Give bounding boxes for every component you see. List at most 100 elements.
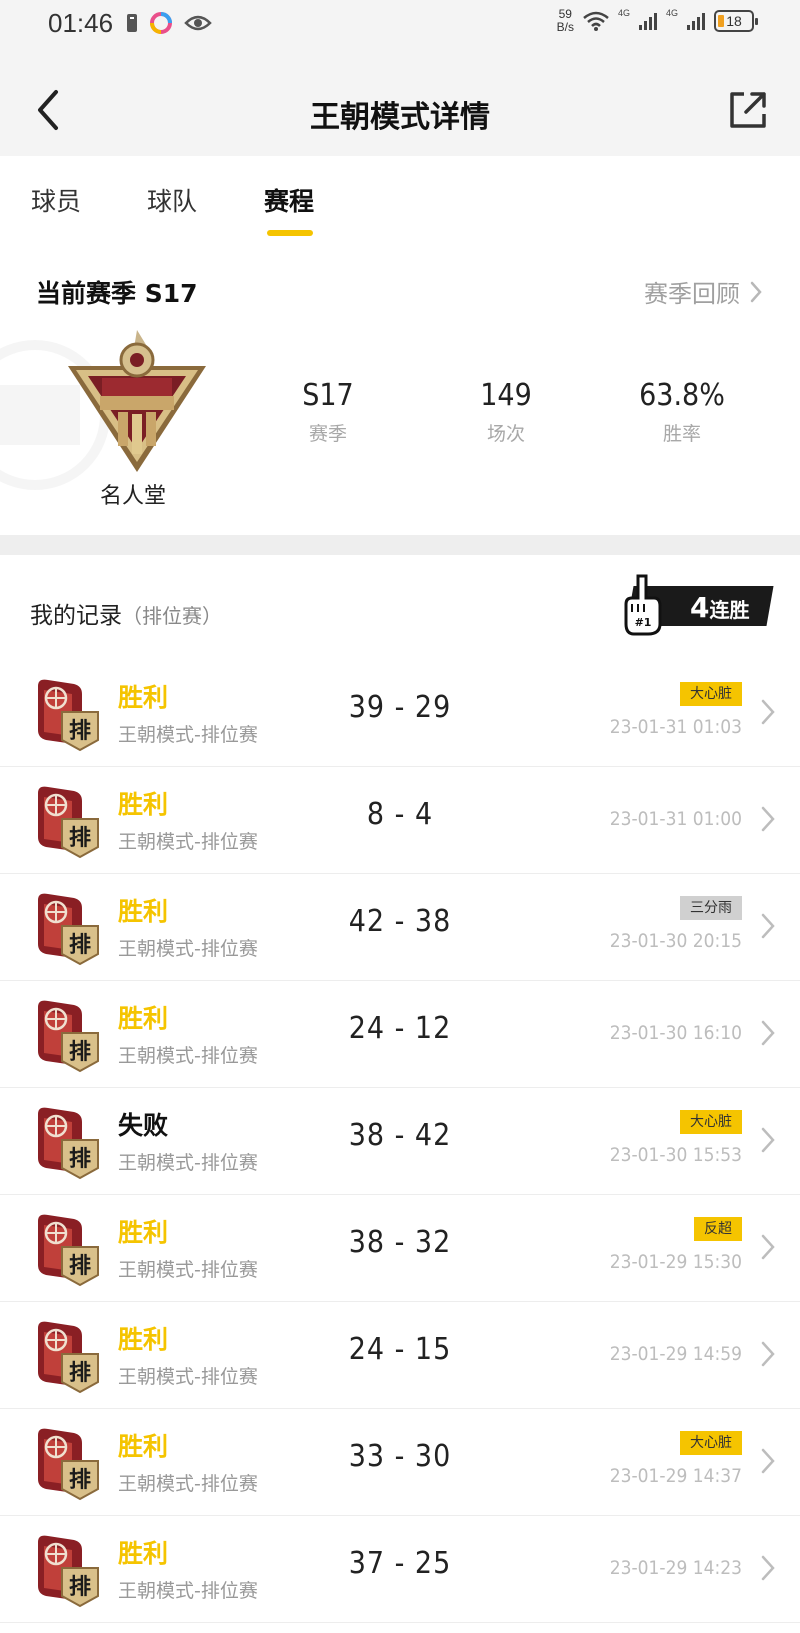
stat-label: 赛季 [308, 423, 347, 445]
foam-finger-label: #1 [635, 616, 652, 629]
match-result: 胜利 [118, 1539, 169, 1568]
tab-players[interactable]: 球员 [31, 182, 81, 218]
match-tag-badge: 大心脏 [680, 1431, 742, 1455]
match-record-row[interactable]: 排 胜利 王朝模式-排位赛 42 - 38 三分雨 23-01-30 20:15 [0, 874, 800, 981]
match-tag-badge: 大心脏 [680, 682, 742, 706]
ranked-match-icon: 排 [38, 1321, 99, 1394]
win-streak-badge: #1 4连胜 [620, 574, 774, 636]
sd-card-icon [127, 14, 137, 32]
battery-level: 18 [726, 13, 742, 29]
ranked-match-icon: 排 [38, 1535, 99, 1608]
records-title: 我的记录（排位赛） [30, 596, 222, 630]
signal-icon-2 [687, 13, 705, 30]
section-divider [0, 535, 800, 555]
match-record-row[interactable]: 排 胜利 王朝模式-排位赛 33 - 30 大心脏 23-01-29 14:37 [0, 1409, 800, 1516]
tab-team[interactable]: 球队 [147, 182, 197, 218]
wifi-icon [583, 11, 609, 31]
match-result: 胜利 [118, 1004, 169, 1033]
ranked-match-icon: 排 [38, 786, 99, 859]
streak-number: 4 [690, 591, 710, 624]
match-result: 胜利 [118, 683, 169, 712]
match-mode: 王朝模式-排位赛 [118, 1580, 258, 1602]
rank-badge-icon [68, 330, 206, 472]
match-mode: 王朝模式-排位赛 [118, 724, 258, 746]
match-tag-badge: 反超 [694, 1217, 742, 1241]
match-time: 23-01-29 14:23 [609, 1557, 742, 1579]
status-icons-left [126, 12, 212, 34]
match-result: 失败 [118, 1111, 169, 1140]
ranked-icon-glyph: 排 [69, 1040, 91, 1065]
ranked-icon-glyph: 排 [69, 1575, 91, 1600]
match-score: 8 - 4 [366, 797, 434, 832]
status-bar: 01:46 59 B/s 4G 4G 18 [0, 0, 800, 52]
ranked-icon-glyph: 排 [69, 1361, 91, 1386]
match-result: 胜利 [118, 1325, 169, 1354]
app-notification-icon [150, 12, 172, 34]
match-time: 23-01-29 15:30 [609, 1251, 742, 1273]
match-record-row[interactable]: 排 胜利 王朝模式-排位赛 39 - 29 大心脏 23-01-31 01:03 [0, 660, 800, 767]
status-time: 01:46 [48, 8, 114, 38]
ranked-match-icon: 排 [38, 1214, 99, 1287]
match-record-list: 排 胜利 王朝模式-排位赛 39 - 29 大心脏 23-01-31 01:03… [0, 660, 800, 1623]
season-title: 当前赛季 S17 [36, 279, 198, 308]
match-score: 24 - 12 [348, 1011, 452, 1046]
stat-label: 场次 [486, 423, 525, 445]
season-review-link[interactable]: 赛季回顾 [644, 274, 762, 309]
match-record-row[interactable]: 排 胜利 王朝模式-排位赛 24 - 15 23-01-29 14:59 [0, 1302, 800, 1409]
match-mode: 王朝模式-排位赛 [118, 1366, 258, 1388]
match-time: 23-01-30 15:53 [609, 1144, 742, 1166]
match-score: 42 - 38 [348, 904, 452, 939]
streak-label: 连胜 [709, 598, 750, 622]
chevron-right-icon [761, 1555, 775, 1581]
match-record-row[interactable]: 排 胜利 王朝模式-排位赛 37 - 25 23-01-29 14:23 [0, 1516, 800, 1623]
match-time: 23-01-30 16:10 [609, 1022, 742, 1044]
status-icons-right: 59 B/s 4G 4G 18 [557, 8, 758, 34]
match-score: 39 - 29 [348, 690, 452, 725]
match-record-row[interactable]: 排 胜利 王朝模式-排位赛 8 - 4 23-01-31 01:00 [0, 767, 800, 874]
ranked-icon-glyph: 排 [69, 826, 91, 851]
match-score: 38 - 32 [348, 1225, 452, 1260]
ranked-icon-glyph: 排 [69, 1254, 91, 1279]
ranked-icon-glyph: 排 [69, 1468, 91, 1493]
ranked-icon-glyph: 排 [69, 933, 91, 958]
match-result: 胜利 [118, 1218, 169, 1247]
chevron-right-icon [761, 1020, 775, 1046]
match-time: 23-01-31 01:03 [609, 716, 742, 738]
battery-icon: 18 [714, 10, 758, 32]
match-mode: 王朝模式-排位赛 [118, 1259, 258, 1281]
network-speed: 59 B/s [557, 8, 574, 34]
match-result: 胜利 [118, 790, 169, 819]
records-title-text: 我的记录 [30, 603, 122, 629]
match-record-row[interactable]: 排 失败 王朝模式-排位赛 38 - 42 大心脏 23-01-30 15:53 [0, 1088, 800, 1195]
match-mode: 王朝模式-排位赛 [118, 1045, 258, 1067]
signal-label-1: 4G [617, 8, 630, 18]
tab-schedule[interactable]: 赛程 [264, 182, 314, 218]
match-tag-badge: 三分雨 [680, 896, 742, 920]
match-mode: 王朝模式-排位赛 [118, 938, 258, 960]
chevron-right-icon [750, 281, 762, 302]
rank-name: 名人堂 [100, 484, 167, 509]
stat-value: 149 [480, 378, 532, 413]
share-button[interactable] [726, 88, 770, 132]
match-score: 24 - 15 [348, 1332, 452, 1367]
page-title: 王朝模式详情 [310, 100, 490, 135]
records-subtitle: （排位赛） [122, 604, 222, 628]
active-tab-indicator [267, 230, 313, 236]
stat-matches: 149 场次 [436, 378, 576, 446]
match-score: 38 - 42 [348, 1118, 452, 1153]
chevron-right-icon [761, 1234, 775, 1260]
stat-season: S17 赛季 [258, 378, 398, 446]
match-record-row[interactable]: 排 胜利 王朝模式-排位赛 24 - 12 23-01-30 16:10 [0, 981, 800, 1088]
match-time: 23-01-29 14:37 [609, 1465, 742, 1487]
stat-value: 63.8% [639, 378, 725, 413]
ranked-match-icon: 排 [38, 1000, 99, 1073]
match-record-row[interactable]: 排 胜利 王朝模式-排位赛 38 - 32 反超 23-01-29 15:30 [0, 1195, 800, 1302]
match-mode: 王朝模式-排位赛 [118, 1473, 258, 1495]
ranked-icon-glyph: 排 [69, 1147, 91, 1172]
stat-label: 胜率 [662, 423, 701, 445]
chevron-right-icon [761, 699, 775, 725]
app-header: 王朝模式详情 [0, 52, 800, 156]
ranked-match-icon: 排 [38, 679, 99, 752]
foam-finger-icon: #1 [624, 574, 662, 636]
match-result: 胜利 [118, 1432, 169, 1461]
